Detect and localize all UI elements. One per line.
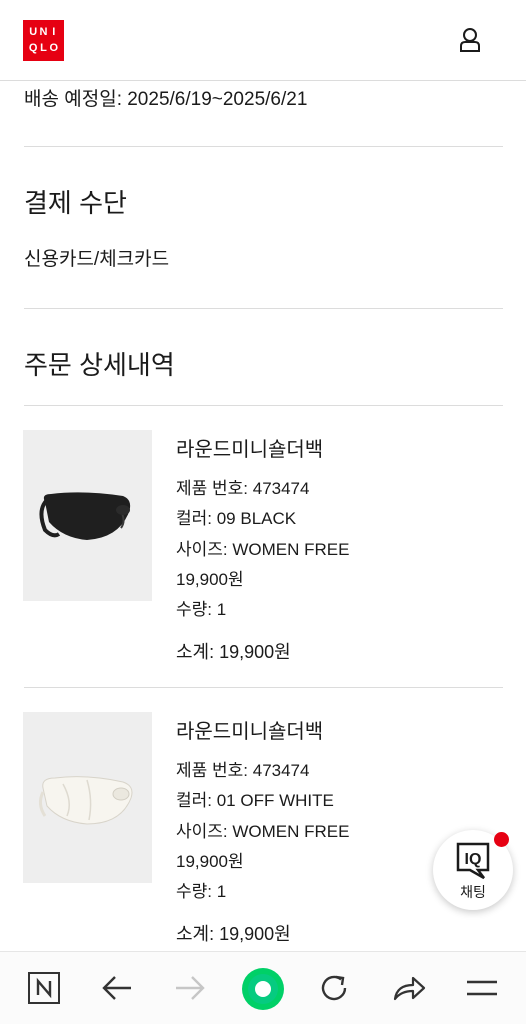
product-image[interactable] bbox=[23, 430, 152, 601]
item-qty: 수량: 1 bbox=[176, 595, 226, 620]
item-name[interactable]: 라운드미니숄더백 bbox=[176, 715, 323, 744]
item-price: 19,900원 bbox=[176, 852, 244, 871]
delivery-value: : 2025/6/19~2025/6/21 bbox=[116, 89, 308, 110]
qty-label: 수량 bbox=[176, 600, 208, 619]
logo-letter: I bbox=[52, 26, 56, 38]
logo-letter: O bbox=[49, 41, 59, 54]
item-size: 사이즈: WOMEN FREE bbox=[176, 817, 349, 842]
item-subtotal: 소계: 19,900원 bbox=[176, 920, 291, 946]
color-label: 컬러 bbox=[176, 509, 208, 528]
size-label: 사이즈 bbox=[176, 540, 223, 559]
item-name[interactable]: 라운드미니숄더백 bbox=[176, 433, 323, 462]
color-value: : 09 BLACK bbox=[207, 509, 297, 528]
order-detail-title: 주문 상세내역 bbox=[24, 350, 175, 380]
product-no-value: : 473474 bbox=[243, 479, 310, 498]
uniqlo-logo[interactable]: U N I Q L O bbox=[23, 20, 64, 61]
size-label: 사이즈 bbox=[176, 822, 223, 841]
payment-title: 결제 수단 bbox=[24, 188, 127, 218]
order-item: 라운드미니숄더백 제품 번호: 473474 컬러: 09 BLACK 사이즈:… bbox=[0, 430, 526, 690]
item-price: 19,900원 bbox=[176, 570, 244, 589]
logo-letter: L bbox=[40, 41, 47, 54]
site-header: U N I Q L O bbox=[0, 0, 526, 81]
product-no-value: : 473474 bbox=[243, 761, 310, 780]
divider bbox=[24, 146, 503, 147]
chat-label: 채팅 bbox=[460, 884, 486, 900]
refresh-icon[interactable] bbox=[314, 968, 354, 1008]
chat-badge-text: IQ bbox=[465, 851, 482, 868]
menu-icon[interactable] bbox=[462, 968, 502, 1008]
product-no-label: 제품 번호 bbox=[176, 479, 244, 498]
naver-n-icon[interactable] bbox=[24, 968, 64, 1008]
green-home-icon[interactable] bbox=[241, 967, 285, 1011]
logo-letter: N bbox=[39, 26, 48, 38]
subtotal-label: 소계 bbox=[176, 642, 210, 662]
share-icon[interactable] bbox=[389, 968, 429, 1008]
qty-label: 수량 bbox=[176, 882, 208, 901]
color-label: 컬러 bbox=[176, 791, 208, 810]
item-product-no: 제품 번호: 473474 bbox=[176, 474, 309, 499]
subtotal-value: : 19,900원 bbox=[209, 642, 291, 662]
qty-value: : 1 bbox=[207, 600, 227, 619]
user-account-icon[interactable] bbox=[456, 26, 484, 54]
browser-toolbar bbox=[0, 951, 526, 1024]
logo-letter: U bbox=[29, 26, 38, 38]
product-image[interactable] bbox=[23, 712, 152, 883]
iq-chat-icon: IQ bbox=[456, 842, 490, 880]
size-value: : WOMEN FREE bbox=[222, 540, 350, 559]
qty-value: : 1 bbox=[207, 882, 227, 901]
item-color: 컬러: 01 OFF WHITE bbox=[176, 786, 334, 811]
item-qty: 수량: 1 bbox=[176, 877, 226, 902]
item-product-no: 제품 번호: 473474 bbox=[176, 756, 309, 781]
size-value: : WOMEN FREE bbox=[222, 822, 350, 841]
forward-arrow-icon[interactable] bbox=[170, 968, 210, 1008]
item-subtotal: 소계: 19,900원 bbox=[176, 638, 291, 664]
subtotal-value: : 19,900원 bbox=[209, 924, 291, 944]
delivery-date: 배송 예정일: 2025/6/19~2025/6/21 bbox=[24, 84, 307, 111]
product-no-label: 제품 번호 bbox=[176, 761, 244, 780]
logo-letter: Q bbox=[28, 41, 38, 54]
divider bbox=[24, 687, 503, 688]
color-value: : 01 OFF WHITE bbox=[207, 791, 334, 810]
item-size: 사이즈: WOMEN FREE bbox=[176, 535, 349, 560]
notification-dot bbox=[494, 832, 509, 847]
delivery-label: 배송 예정일 bbox=[24, 89, 117, 110]
divider bbox=[24, 405, 503, 406]
payment-method: 신용카드/체크카드 bbox=[24, 249, 170, 270]
divider bbox=[24, 308, 503, 309]
subtotal-label: 소계 bbox=[176, 924, 210, 944]
back-arrow-icon[interactable] bbox=[97, 968, 137, 1008]
item-color: 컬러: 09 BLACK bbox=[176, 504, 296, 529]
